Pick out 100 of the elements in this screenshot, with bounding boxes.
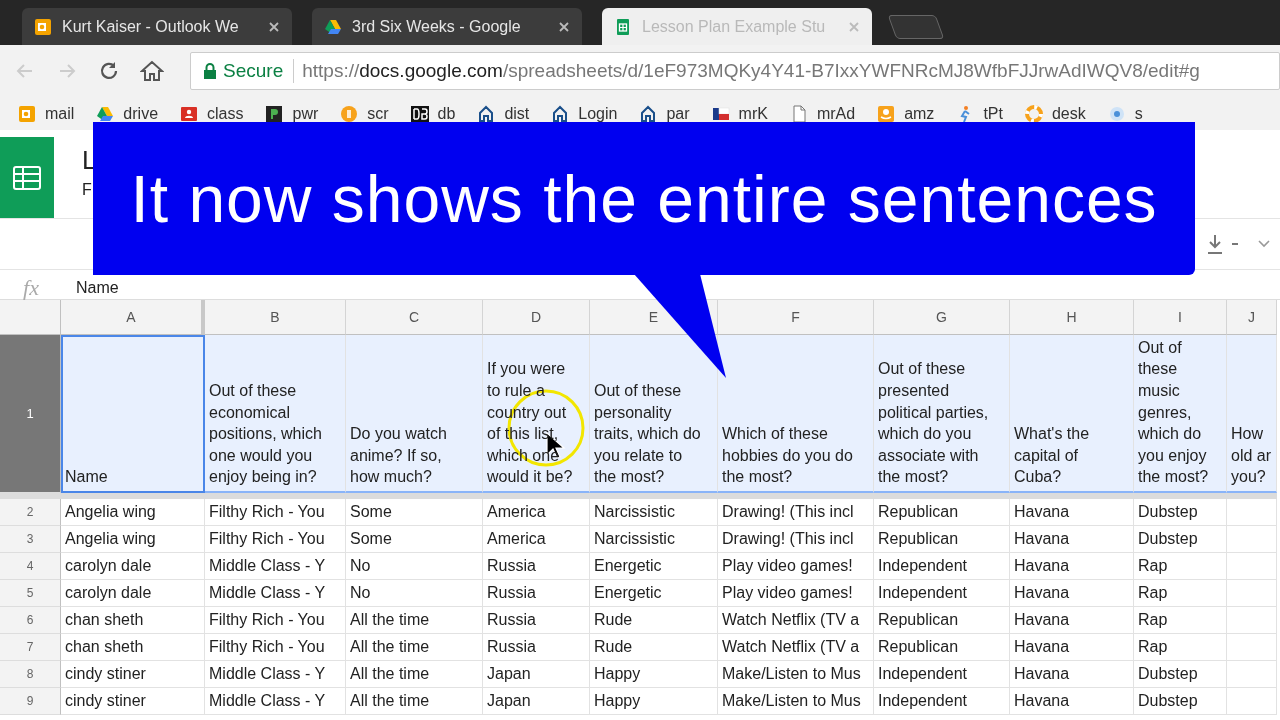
table-cell: Rude bbox=[590, 607, 718, 634]
bookmark[interactable]: Login bbox=[551, 104, 618, 123]
column-header[interactable]: I bbox=[1134, 300, 1227, 335]
table-cell: Narcissistic bbox=[590, 499, 718, 526]
bookmark[interactable]: mrK bbox=[711, 104, 768, 123]
table-cell: Independent bbox=[874, 580, 1010, 607]
secure-label: Secure bbox=[223, 60, 284, 82]
table-cell: Middle Class - Y bbox=[205, 661, 346, 688]
table-cell: Filthy Rich - You bbox=[205, 607, 346, 634]
table-cell: Rap bbox=[1134, 580, 1227, 607]
address-field[interactable]: Secure https://docs.google.com/spreadsheets/d/1eF973MQKy4Y41-B7IxxYWFNRcMJ8WfbFJJrwAdIWQV8/edit#g bbox=[190, 52, 1280, 90]
column-header[interactable]: C bbox=[346, 300, 483, 335]
bookmark[interactable]: db bbox=[410, 104, 456, 123]
table-cell: Filthy Rich - You bbox=[205, 526, 346, 553]
table-cell: Japan bbox=[483, 661, 590, 688]
table-cell: Dubstep bbox=[1134, 526, 1227, 553]
table-cell: What's the capital of Cuba? bbox=[1010, 335, 1134, 493]
table-cell: Rap bbox=[1134, 553, 1227, 580]
table-cell: Watch Netflix (TV a bbox=[718, 607, 874, 634]
table-cell: Independent bbox=[874, 553, 1010, 580]
table-cell: No bbox=[346, 580, 483, 607]
table-cell: Rap bbox=[1134, 607, 1227, 634]
table-cell: Republican bbox=[874, 499, 1010, 526]
table-cell: Filthy Rich - You bbox=[205, 499, 346, 526]
row-header[interactable]: 4 bbox=[0, 553, 61, 580]
table-cell: Republican bbox=[874, 607, 1010, 634]
fx-label: fx bbox=[22, 274, 40, 301]
bookmark[interactable]: mrAd bbox=[789, 104, 856, 123]
row-header[interactable]: 9 bbox=[0, 688, 61, 715]
table-cell: Angelia wing bbox=[61, 499, 205, 526]
table-cell: Watch Netflix (TV a bbox=[718, 634, 874, 661]
table-cell: Energetic bbox=[590, 553, 718, 580]
table-cell: Middle Class - Y bbox=[205, 580, 346, 607]
bookmark[interactable]: pwr bbox=[265, 104, 319, 123]
table-cell: Dubstep bbox=[1134, 688, 1227, 715]
column-header[interactable]: B bbox=[205, 300, 346, 335]
bookmark[interactable]: tPt bbox=[956, 104, 1003, 123]
table-cell: Dubstep bbox=[1134, 661, 1227, 688]
table-cell: Happy bbox=[590, 688, 718, 715]
table-cell: carolyn dale bbox=[61, 580, 205, 607]
table-cell: Havana bbox=[1010, 688, 1134, 715]
table-cell: No bbox=[346, 553, 483, 580]
row-header[interactable]: 2 bbox=[0, 499, 61, 526]
table-cell: Do you watch anime? If so, how much? bbox=[346, 335, 483, 493]
column-header[interactable]: J bbox=[1227, 300, 1277, 335]
table-cell: cindy stiner bbox=[61, 661, 205, 688]
table-cell: Some bbox=[346, 526, 483, 553]
table-cell: Make/Listen to Mus bbox=[718, 661, 874, 688]
table-cell: Independent bbox=[874, 661, 1010, 688]
formula-field[interactable]: Name bbox=[76, 278, 119, 297]
browser-tab[interactable]: 3rd Six Weeks - Google bbox=[312, 8, 582, 45]
bookmark[interactable]: scr bbox=[340, 104, 389, 123]
table-cell: chan sheth bbox=[61, 634, 205, 661]
table-cell: Russia bbox=[483, 553, 590, 580]
bookmark[interactable]: desk bbox=[1024, 104, 1086, 123]
table-cell: Energetic bbox=[590, 580, 718, 607]
row-header[interactable]: 7 bbox=[0, 634, 61, 661]
bookmark[interactable]: s bbox=[1107, 104, 1143, 123]
table-cell: America bbox=[483, 499, 590, 526]
table-cell: Drawing! (This incl bbox=[718, 526, 874, 553]
table-cell: Out of these economical positions, which one would you enjoy being in? bbox=[205, 335, 346, 493]
table-cell: Make/Listen to Mus bbox=[718, 688, 874, 715]
table-cell: Narcissistic bbox=[590, 526, 718, 553]
column-header[interactable]: A bbox=[61, 300, 205, 335]
row-header[interactable]: 8 bbox=[0, 661, 61, 688]
table-cell: Russia bbox=[483, 607, 590, 634]
bookmark[interactable]: par bbox=[639, 104, 690, 123]
row-header[interactable]: 3 bbox=[0, 526, 61, 553]
table-cell: Independent bbox=[874, 688, 1010, 715]
table-cell: Republican bbox=[874, 526, 1010, 553]
table-cell: Filthy Rich - You bbox=[205, 634, 346, 661]
bookmark[interactable]: amz bbox=[877, 104, 935, 123]
table-cell: Out of these music genres, which do you enjoy the most? bbox=[1134, 335, 1227, 493]
bookmark[interactable]: mail bbox=[18, 104, 75, 123]
table-cell: Middle Class - Y bbox=[205, 688, 346, 715]
bookmark[interactable]: dist bbox=[477, 104, 530, 123]
table-cell: Name bbox=[61, 335, 205, 493]
column-header[interactable]: D bbox=[483, 300, 590, 335]
row-header[interactable]: 1 bbox=[0, 335, 61, 493]
table-cell: Rap bbox=[1134, 634, 1227, 661]
row-header[interactable]: 5 bbox=[0, 580, 61, 607]
table-cell: Some bbox=[346, 499, 483, 526]
row-header[interactable]: 6 bbox=[0, 607, 61, 634]
table-cell: Havana bbox=[1010, 580, 1134, 607]
table-cell: carolyn dale bbox=[61, 553, 205, 580]
bookmark[interactable]: drive bbox=[96, 104, 159, 123]
column-header[interactable]: F bbox=[718, 300, 874, 335]
column-header[interactable]: G bbox=[874, 300, 1010, 335]
table-cell: Which of these hobbies do you do the most? bbox=[718, 335, 874, 493]
table-cell: All the time bbox=[346, 688, 483, 715]
browser-tab[interactable]: Kurt Kaiser - Outlook We bbox=[22, 8, 292, 45]
table-cell: Havana bbox=[1010, 499, 1134, 526]
bookmark[interactable]: class bbox=[180, 104, 244, 123]
table-cell: Dubstep bbox=[1134, 499, 1227, 526]
table-cell: Angelia wing bbox=[61, 526, 205, 553]
table-cell: Play video games! bbox=[718, 553, 874, 580]
table-cell: Russia bbox=[483, 634, 590, 661]
table-cell: Rude bbox=[590, 634, 718, 661]
column-header[interactable]: H bbox=[1010, 300, 1134, 335]
table-cell: chan sheth bbox=[61, 607, 205, 634]
